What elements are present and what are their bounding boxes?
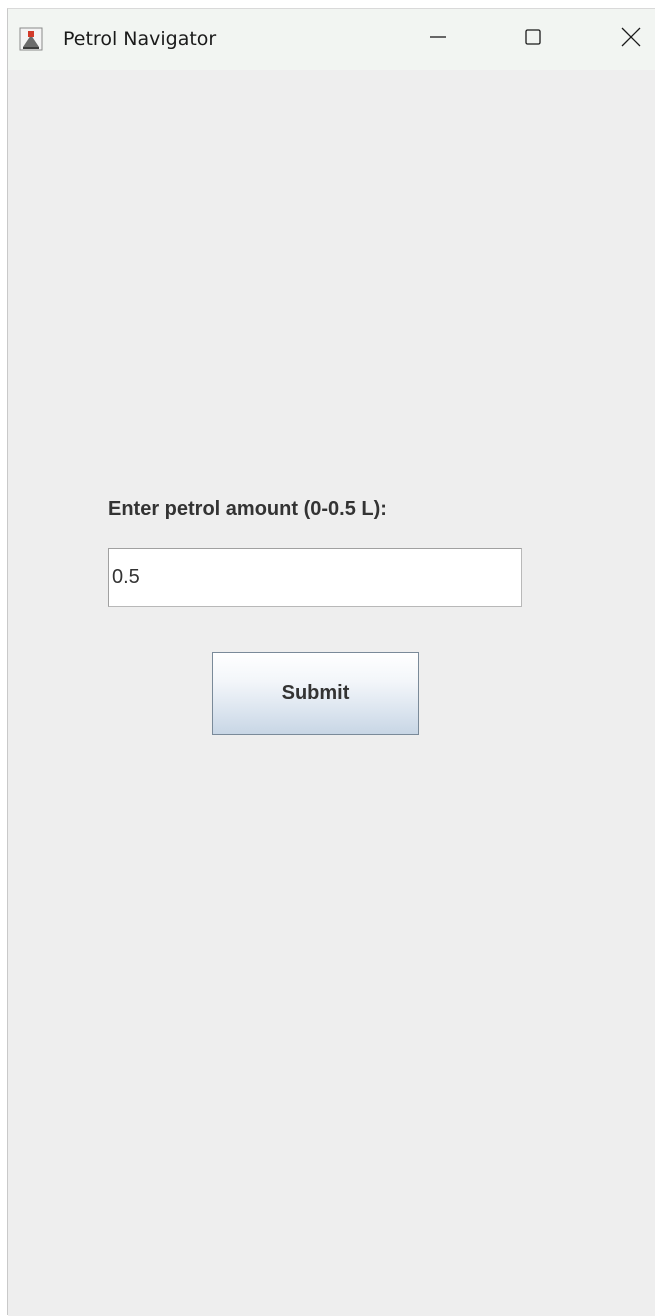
title-bar[interactable]: Petrol Navigator — [8, 9, 655, 70]
submit-button[interactable]: Submit — [212, 652, 419, 735]
app-window: Petrol Navigator Enter petrol amount (0-… — [7, 8, 655, 1316]
content-panel: Enter petrol amount (0-0.5 L): Submit — [8, 70, 655, 1316]
petrol-amount-input[interactable] — [108, 548, 522, 607]
close-icon — [620, 26, 642, 53]
close-button[interactable] — [601, 9, 655, 70]
maximize-button[interactable] — [503, 9, 563, 70]
petrol-amount-label: Enter petrol amount (0-0.5 L): — [108, 498, 387, 520]
window-title: Petrol Navigator — [63, 28, 217, 50]
java-cup-icon — [19, 27, 43, 51]
minimize-button[interactable] — [408, 9, 468, 70]
maximize-icon — [523, 27, 543, 52]
minimize-icon — [428, 27, 448, 52]
